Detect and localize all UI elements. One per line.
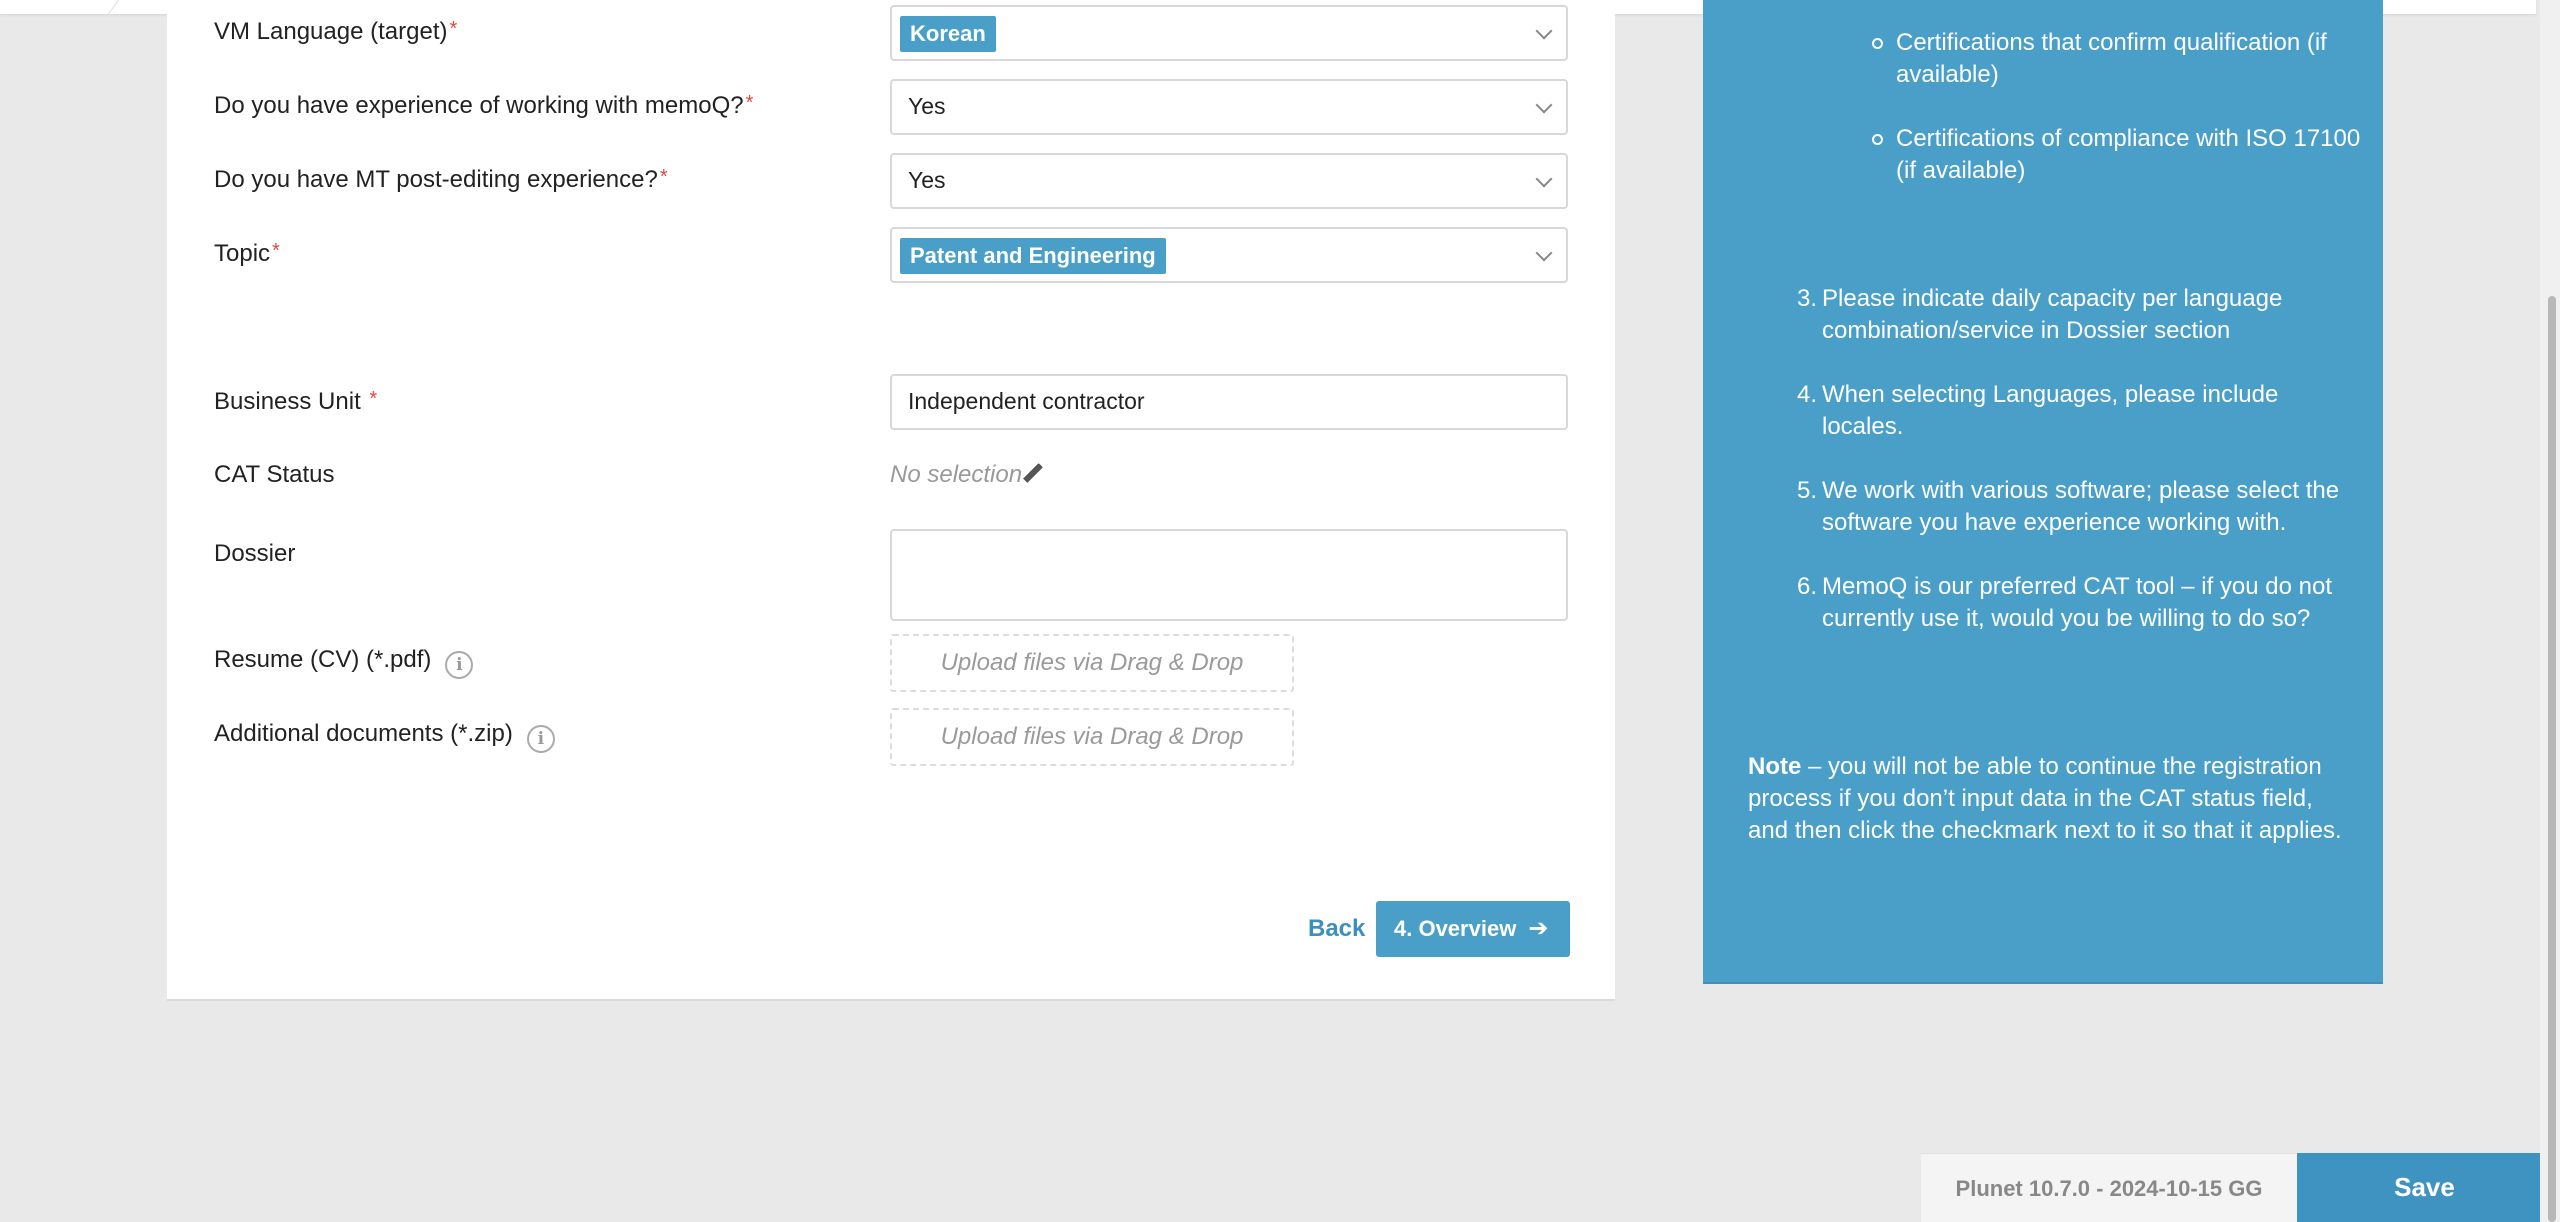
required-asterisk: * [449, 18, 458, 40]
dossier-label: Dossier [214, 540, 296, 567]
list-item: 3. Please indicate daily capacity per lan… [1797, 285, 2283, 344]
page: VM Language (target) * Korean Do you have… [0, 0, 2560, 1222]
memoq-experience-label: Do you have experience of working with m… [214, 92, 754, 119]
sub-list-item: Certifications of compliance with ISO 17… [1872, 123, 2366, 187]
registration-form-card: VM Language (target) * Korean Do you have… [167, 0, 1615, 1001]
required-asterisk: * [745, 92, 754, 114]
overview-next-button[interactable]: 4. Overview ➔ [1376, 901, 1570, 957]
topic-label: Topic * [214, 240, 280, 267]
info-icon[interactable]: i [445, 651, 474, 679]
tab-divider [95, 0, 119, 14]
vm-language-target-label: VM Language (target) * [214, 18, 458, 45]
topic-select[interactable]: Patent and Engineering [890, 227, 1568, 283]
business-unit-field[interactable]: Independent contractor [890, 374, 1568, 430]
required-asterisk: * [272, 240, 280, 262]
cat-status-label: CAT Status [214, 461, 335, 488]
list-item: 4. When selecting Languages, please inclu… [1797, 381, 2279, 440]
version-label: Plunet 10.7.0 - 2024-10-15 GG [1921, 1153, 2297, 1222]
memoq-experience-value: Yes [908, 93, 946, 119]
back-link[interactable]: Back [1308, 915, 1365, 943]
selected-language-tag[interactable]: Korean [900, 16, 996, 52]
circle-bullet-icon [1872, 38, 1883, 49]
info-icon[interactable]: i [526, 725, 555, 753]
pencil-icon[interactable] [1023, 463, 1043, 483]
mt-postediting-value: Yes [908, 167, 946, 193]
sub-list-item: Certifications that confirm qualificatio… [1872, 27, 2366, 91]
scrollbar-thumb[interactable] [2548, 296, 2556, 1222]
dossier-textarea[interactable] [890, 529, 1568, 621]
list-item: 5. We work with various software; please … [1797, 477, 2340, 536]
cat-status-value[interactable]: No selection [890, 461, 1043, 489]
mt-postediting-label: Do you have MT post-editing experience? * [214, 166, 668, 193]
arrow-right-icon: ➔ [1528, 915, 1549, 942]
required-asterisk: * [659, 166, 668, 188]
mt-postediting-select[interactable]: Yes [890, 153, 1568, 209]
resume-upload-dropzone[interactable]: Upload files via Drag & Drop [890, 634, 1294, 692]
save-button[interactable]: Save [2297, 1153, 2552, 1222]
memoq-experience-select[interactable]: Yes [890, 79, 1568, 135]
resume-label: Resume (CV) (*.pdf) i [214, 646, 474, 679]
instructions-panel: Certifications that confirm qualificatio… [1703, 0, 2383, 984]
chevron-down-icon[interactable] [1535, 22, 1553, 40]
additional-documents-upload-dropzone[interactable]: Upload files via Drag & Drop [890, 708, 1294, 766]
vm-language-target-select[interactable]: Korean [890, 5, 1568, 61]
additional-documents-label: Additional documents (*.zip) i [214, 720, 555, 753]
selected-topic-tag[interactable]: Patent and Engineering [900, 238, 1166, 274]
chevron-down-icon[interactable] [1535, 96, 1553, 114]
registration-note: Note – you will not be able to continue … [1748, 753, 2342, 844]
list-item: 6. MemoQ is our preferred CAT tool – if y… [1797, 573, 2333, 632]
business-unit-label: Business Unit * [214, 388, 378, 415]
circle-bullet-icon [1872, 134, 1883, 145]
business-unit-value: Independent contractor [908, 388, 1145, 414]
chevron-down-icon[interactable] [1535, 244, 1553, 262]
chevron-down-icon[interactable] [1535, 170, 1553, 188]
required-asterisk: * [369, 388, 378, 410]
